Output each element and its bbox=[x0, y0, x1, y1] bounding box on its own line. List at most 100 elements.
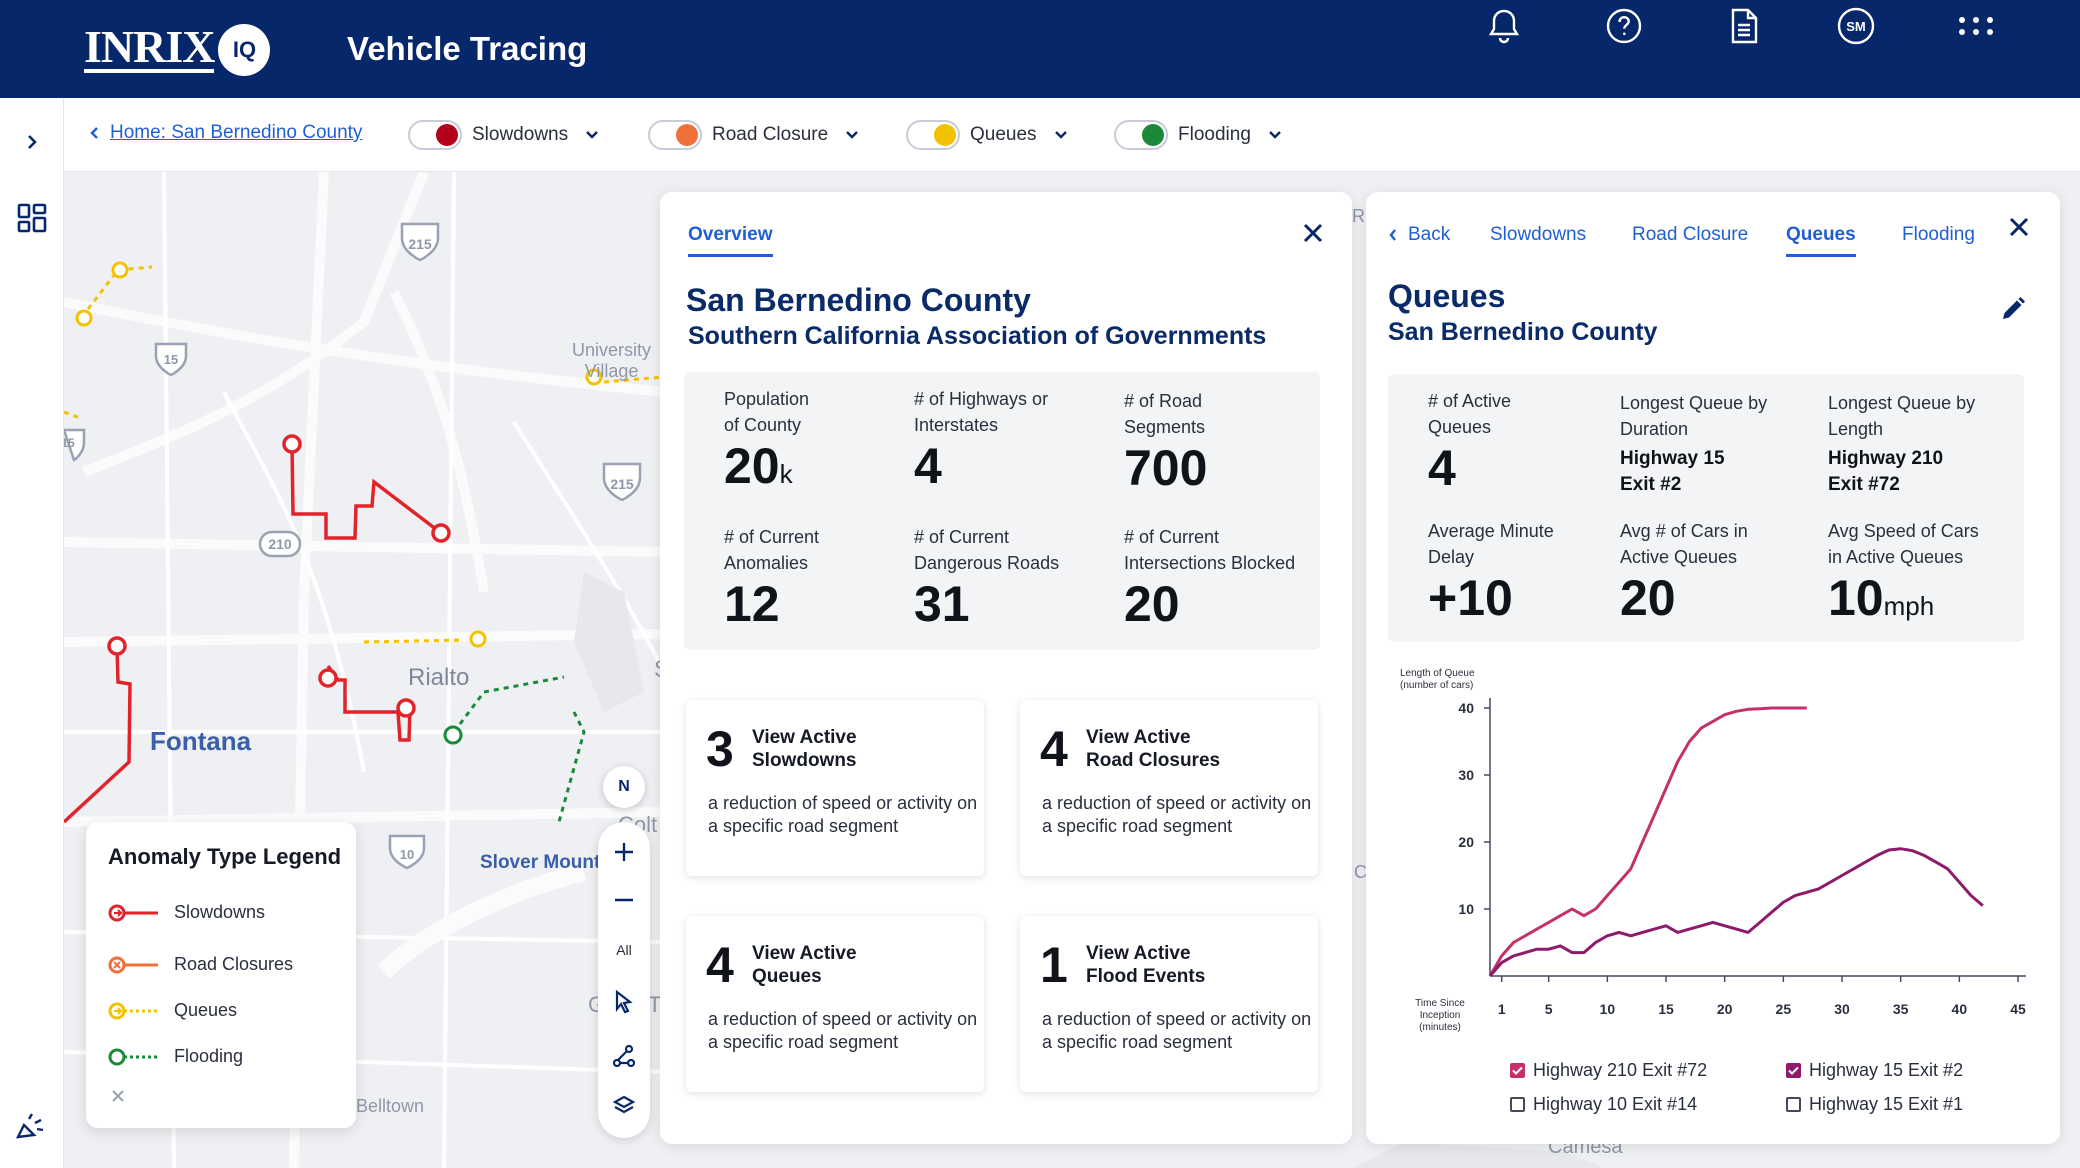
card-count: 1 bbox=[1040, 937, 1068, 993]
filter-flooding[interactable]: Flooding bbox=[1114, 118, 1285, 152]
stat-label: Longest Queue by Duration bbox=[1620, 393, 1768, 439]
x-tick-label: 5 bbox=[1545, 1001, 1553, 1017]
checkbox-unchecked-icon[interactable] bbox=[1786, 1097, 1801, 1112]
chevron-down-icon[interactable] bbox=[1051, 125, 1071, 145]
left-rail bbox=[0, 98, 64, 1168]
dashboard-grid-icon[interactable] bbox=[14, 200, 50, 236]
top-bar: INRIX IQ Vehicle Tracing SM bbox=[0, 0, 2080, 98]
chart-legend-hwy15-exit2[interactable]: Highway 15 Exit #2 bbox=[1786, 1060, 1963, 1081]
back-button[interactable]: Back bbox=[1388, 224, 1450, 246]
tab-overview[interactable]: Overview bbox=[688, 224, 773, 257]
user-avatar[interactable]: SM bbox=[1830, 0, 1882, 52]
filter-road-closure[interactable]: Road Closure bbox=[648, 118, 862, 152]
stat-value: 31 bbox=[914, 576, 970, 632]
close-overview-icon[interactable] bbox=[1298, 218, 1328, 248]
legend-close-icon[interactable] bbox=[110, 1088, 126, 1104]
stat-label: Avg Speed of Cars in Active Queues bbox=[1828, 521, 1979, 567]
select-pointer-button[interactable] bbox=[598, 982, 650, 1022]
show-all-button[interactable]: All bbox=[598, 930, 650, 970]
route-nodes-icon bbox=[612, 1044, 636, 1068]
flooding-dotted-icon bbox=[108, 1048, 158, 1065]
tab-queues[interactable]: Queues bbox=[1786, 224, 1856, 257]
stat-label: # of Current Dangerous Roads bbox=[914, 527, 1060, 573]
stat-population: Population of County 20k bbox=[724, 386, 809, 502]
layers-icon bbox=[612, 1095, 636, 1114]
filter-queues[interactable]: Queues bbox=[906, 118, 1071, 152]
tab-flooding[interactable]: Flooding bbox=[1902, 224, 1975, 246]
toggle-knob bbox=[676, 124, 698, 146]
y-tick-label: 10 bbox=[1458, 901, 1474, 917]
card-view-road-closures[interactable]: 4 View Active Road Closures a reduction … bbox=[1020, 700, 1318, 876]
compass-north-button[interactable]: N bbox=[603, 766, 645, 808]
document-icon[interactable] bbox=[1718, 0, 1770, 52]
series-line-0 bbox=[1488, 706, 1807, 977]
stat-value: 10 bbox=[1828, 570, 1884, 626]
x-tick-label: 45 bbox=[2010, 1001, 2026, 1017]
stat-label: Average Minute Delay bbox=[1428, 521, 1554, 567]
stat-strong-value: Highway 15 Exit #2 bbox=[1620, 448, 1725, 495]
series-label: Highway 210 Exit #72 bbox=[1533, 1060, 1708, 1080]
help-icon[interactable] bbox=[1598, 0, 1650, 52]
breadcrumb[interactable]: Home: San Bernedino County bbox=[88, 122, 362, 144]
chevron-down-icon[interactable] bbox=[1265, 125, 1285, 145]
map-label-university-village: University Village bbox=[572, 340, 652, 381]
stat-value: 4 bbox=[914, 438, 942, 494]
card-view-flood-events[interactable]: 1 View Active Flood Events a reduction o… bbox=[1020, 916, 1318, 1092]
checkbox-checked-icon[interactable] bbox=[1786, 1063, 1801, 1078]
card-description: a reduction of speed or activity on a sp… bbox=[1042, 793, 1312, 836]
stat-longest-length: Longest Queue by Length Highway 210 Exit… bbox=[1828, 390, 1975, 498]
map-label-shield-10: 10 bbox=[399, 847, 415, 862]
breadcrumb-home-link[interactable]: Home: San Bernedino County bbox=[110, 122, 362, 144]
queues-toggle[interactable] bbox=[906, 120, 960, 150]
card-title: View Active Queues bbox=[752, 943, 857, 987]
x-tick-label: 35 bbox=[1893, 1001, 1909, 1017]
tab-slowdowns[interactable]: Slowdowns bbox=[1490, 224, 1586, 246]
checkbox-checked-icon[interactable] bbox=[1510, 1063, 1525, 1078]
chart-legend-hwy10-exit14[interactable]: Highway 10 Exit #14 bbox=[1510, 1094, 1697, 1115]
chevron-down-icon[interactable] bbox=[842, 125, 862, 145]
filter-label: Road Closure bbox=[712, 124, 829, 145]
announcement-megaphone-icon[interactable] bbox=[14, 1108, 50, 1144]
road-closure-toggle[interactable] bbox=[648, 120, 702, 150]
layers-button[interactable] bbox=[598, 1086, 650, 1126]
checkbox-unchecked-icon[interactable] bbox=[1510, 1097, 1525, 1112]
back-chevron-icon bbox=[90, 127, 98, 139]
x-tick-label: 30 bbox=[1834, 1001, 1850, 1017]
inrix-logo[interactable]: INRIX IQ bbox=[84, 21, 271, 76]
chevron-down-icon[interactable] bbox=[582, 125, 602, 145]
card-view-queues[interactable]: 4 View Active Queues a reduction of spee… bbox=[686, 916, 984, 1092]
stat-strong-value: Highway 210 Exit #72 bbox=[1828, 448, 1944, 495]
logo-wordmark: INRIX bbox=[84, 21, 215, 73]
edit-pencil-icon[interactable] bbox=[2000, 296, 2026, 322]
close-queues-icon[interactable] bbox=[2004, 212, 2034, 242]
y-axis-label: (number of cars) bbox=[1400, 680, 1473, 691]
minus-icon bbox=[615, 898, 633, 902]
card-description: a reduction of speed or activity on a sp… bbox=[708, 1009, 978, 1052]
plus-icon bbox=[615, 843, 633, 861]
x-tick-label: 40 bbox=[1952, 1001, 1968, 1017]
stat-value: 20 bbox=[1620, 570, 1676, 626]
x-axis-label: Time Since bbox=[1415, 998, 1465, 1009]
road-closure-line-icon bbox=[108, 956, 158, 973]
zoom-out-button[interactable] bbox=[598, 880, 650, 920]
queues-panel: Back Slowdowns Road Closure Queues Flood… bbox=[1366, 192, 2060, 1144]
card-title: View Active Slowdowns bbox=[752, 727, 857, 771]
notifications-bell-icon[interactable] bbox=[1478, 0, 1530, 52]
series-label: Highway 10 Exit #14 bbox=[1533, 1094, 1698, 1114]
apps-grid-icon[interactable] bbox=[1950, 0, 2002, 52]
tab-road-closure[interactable]: Road Closure bbox=[1632, 224, 1748, 246]
stat-anomalies: # of Current Anomalies 12 bbox=[724, 524, 819, 632]
filter-label: Slowdowns bbox=[472, 124, 569, 145]
filter-slowdowns[interactable]: Slowdowns bbox=[408, 118, 602, 152]
card-view-slowdowns[interactable]: 3 View Active Slowdowns a reduction of s… bbox=[686, 700, 984, 876]
overview-panel: Overview San Bernedino County Southern C… bbox=[660, 192, 1352, 1144]
route-nodes-button[interactable] bbox=[598, 1036, 650, 1076]
chart-legend-hwy210-exit72[interactable]: Highway 210 Exit #72 bbox=[1510, 1060, 1707, 1081]
legend-item-flooding: Flooding bbox=[108, 1046, 243, 1067]
slowdowns-toggle[interactable] bbox=[408, 120, 462, 150]
chart-legend-hwy15-exit1[interactable]: Highway 15 Exit #1 bbox=[1786, 1094, 1963, 1115]
zoom-in-button[interactable] bbox=[598, 832, 650, 872]
stat-value: 700 bbox=[1124, 440, 1208, 496]
flooding-toggle[interactable] bbox=[1114, 120, 1168, 150]
expand-chevron-icon[interactable] bbox=[14, 124, 50, 160]
